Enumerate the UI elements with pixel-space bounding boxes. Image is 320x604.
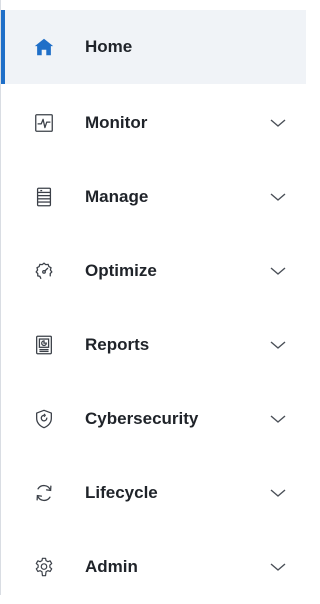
sidebar-item-label: Home (85, 37, 133, 56)
chevron-down-icon[interactable] (269, 191, 287, 203)
report-icon (33, 334, 55, 356)
shield-icon (33, 408, 55, 430)
sidebar-item-admin[interactable]: Admin (1, 530, 306, 604)
sidebar-item-monitor[interactable]: Monitor (1, 86, 306, 160)
sidebar-item-optimize[interactable]: Optimize (1, 234, 306, 308)
sidebar-item-home[interactable]: Home (1, 10, 306, 84)
chevron-down-icon[interactable] (269, 117, 287, 129)
sidebar-item-label: Reports (85, 335, 150, 354)
monitor-pulse-icon (33, 112, 55, 134)
sidebar-item-label: Lifecycle (85, 483, 158, 502)
chevron-down-icon[interactable] (269, 561, 287, 573)
chevron-down-icon[interactable] (269, 339, 287, 351)
sidebar-item-label: Admin (85, 557, 138, 576)
gear-icon (33, 556, 55, 578)
chevron-down-icon[interactable] (269, 265, 287, 277)
home-icon (33, 36, 55, 58)
sidebar-item-reports[interactable]: Reports (1, 308, 306, 382)
sidebar-item-label: Optimize (85, 261, 157, 280)
chevron-down-icon[interactable] (269, 487, 287, 499)
refresh-icon (33, 482, 55, 504)
sidebar-item-label: Manage (85, 187, 149, 206)
sidebar-item-label: Monitor (85, 113, 148, 132)
gauge-icon (33, 260, 55, 282)
server-icon (33, 186, 55, 208)
sidebar-nav: Home Monitor Manage Optimize Reports Cyb… (0, 0, 306, 595)
sidebar-item-lifecycle[interactable]: Lifecycle (1, 456, 306, 530)
sidebar-item-manage[interactable]: Manage (1, 160, 306, 234)
chevron-down-icon[interactable] (269, 413, 287, 425)
sidebar-item-label: Cybersecurity (85, 409, 199, 428)
sidebar-item-cybersecurity[interactable]: Cybersecurity (1, 382, 306, 456)
